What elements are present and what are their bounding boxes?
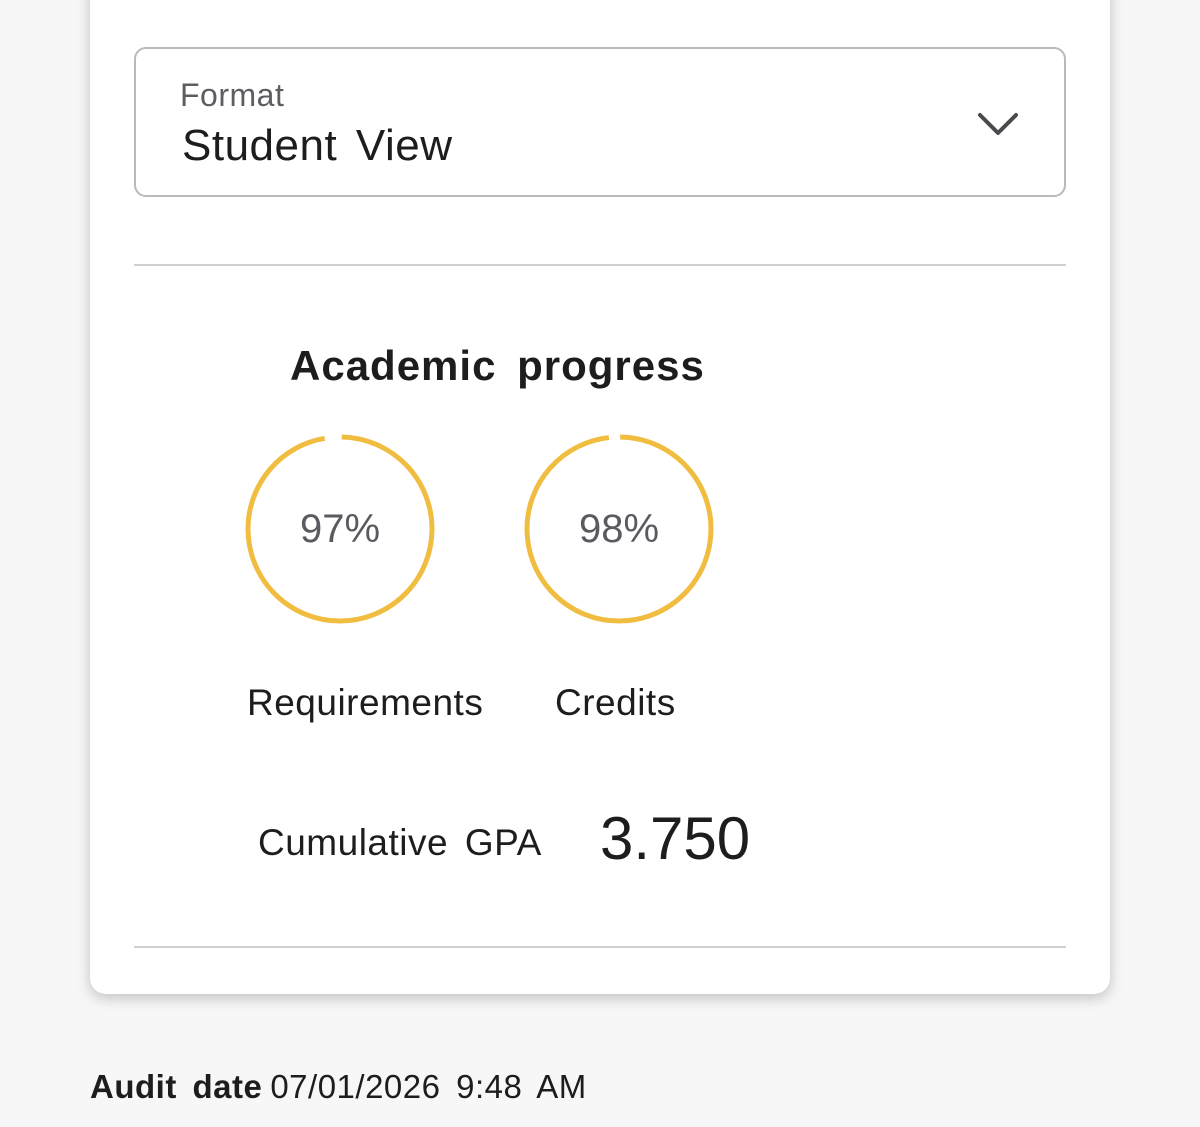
cumulative-gpa-value: 3.750 bbox=[600, 805, 751, 872]
requirements-progress-ring: 97% bbox=[243, 432, 437, 626]
credits-label: Credits bbox=[555, 682, 676, 723]
audit-date-value: 07/01/2026 9:48 AM bbox=[270, 1068, 587, 1105]
degree-audit-card: Format Student View Academic progress 97… bbox=[90, 0, 1110, 994]
audit-date: Audit date 07/01/2026 9:48 AM bbox=[90, 1068, 587, 1106]
credits-percent: 98% bbox=[578, 507, 660, 551]
audit-date-label: Audit date bbox=[90, 1068, 263, 1105]
format-select[interactable]: Format Student View bbox=[134, 47, 1066, 197]
requirements-label: Requirements bbox=[247, 682, 484, 723]
divider-bottom bbox=[134, 946, 1066, 948]
format-select-label: Format bbox=[180, 77, 285, 113]
requirements-percent: 97% bbox=[299, 507, 381, 551]
academic-progress-title: Academic progress bbox=[290, 342, 705, 389]
cumulative-gpa-label: Cumulative GPA bbox=[258, 822, 542, 863]
chevron-down-icon[interactable] bbox=[976, 109, 1020, 139]
divider-top bbox=[134, 264, 1066, 266]
credits-progress-ring: 98% bbox=[522, 432, 716, 626]
format-select-value: Student View bbox=[182, 121, 453, 170]
